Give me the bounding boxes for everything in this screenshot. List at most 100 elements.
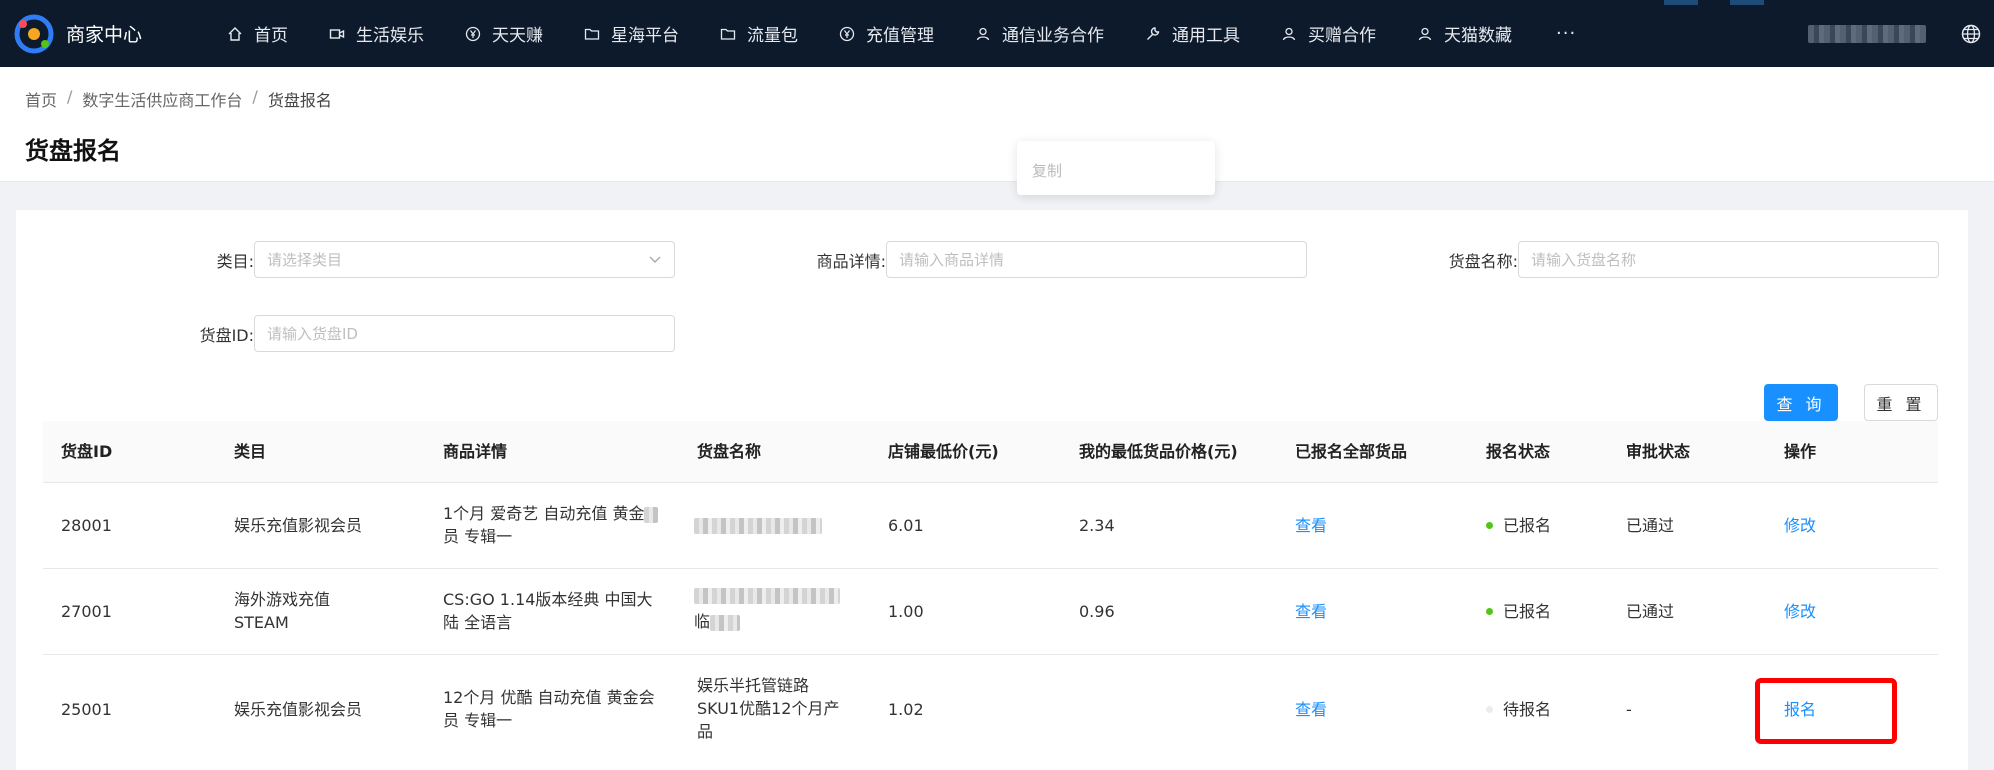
col-shop-min-price: 店铺最低价(元): [888, 442, 999, 461]
nav-item-telecom[interactable]: 通信业务合作: [974, 0, 1104, 67]
pallet-id-input[interactable]: 请输入货盘ID: [254, 315, 675, 352]
status-text: 已报名: [1503, 602, 1552, 621]
detail-line: 陆 全语言: [443, 613, 513, 632]
globe-icon[interactable]: [1960, 23, 1982, 45]
pallet-id-placeholder: 请输入货盘ID: [267, 325, 358, 343]
cell-shop-min-price: 1.00: [888, 602, 924, 621]
cell-category: 娱乐充值影视会员: [234, 700, 363, 719]
nav-item-life-entertainment[interactable]: 生活娱乐: [328, 0, 424, 67]
cell-shop-min-price: 6.01: [888, 516, 924, 535]
status-text: 已报名: [1503, 516, 1552, 535]
home-icon: [226, 25, 244, 43]
edit-link[interactable]: 修改: [1784, 600, 1816, 623]
table-row: 28001 娱乐充值影视会员 1个月 爱奇艺 自动充值 黄金 员 专辑一 6.0…: [43, 483, 1938, 569]
cell-category: 娱乐充值影视会员: [234, 516, 363, 535]
redacted-text: [694, 588, 840, 604]
detail-line: 员 专辑一: [443, 711, 513, 730]
page-header: 首页 / 数字生活供应商工作台 / 货盘报名 货盘报名: [0, 67, 1994, 182]
pallet-table: 货盘ID 类目 商品详情 货盘名称 店铺最低价(元) 我的最低货品价格(元) 已…: [43, 421, 1938, 765]
edit-link[interactable]: 修改: [1784, 514, 1816, 537]
highlight-box: [1755, 678, 1897, 744]
category-label: 类目:: [216, 251, 254, 271]
nav-item-label: 天天赚: [492, 26, 543, 46]
category-placeholder: 请选择类目: [267, 251, 343, 269]
breadcrumb-separator: /: [252, 87, 258, 106]
status-dot: [1486, 706, 1493, 713]
folder-icon: [719, 25, 737, 43]
col-actions: 操作: [1784, 442, 1817, 461]
cell-registration-status: 已报名: [1486, 514, 1551, 537]
nav-item-label: 天猫数藏: [1444, 26, 1512, 46]
cell-my-min-price: 2.34: [1079, 516, 1115, 535]
nav-item-tmall-collection[interactable]: 天猫数藏: [1416, 0, 1512, 67]
category-line: 海外游戏充值: [234, 590, 331, 609]
cell-approval-status: 已通过: [1626, 516, 1675, 535]
name-line: SKU1优酷12个月产: [697, 699, 840, 718]
view-link[interactable]: 查看: [1295, 600, 1327, 623]
col-approval-status: 审批状态: [1626, 442, 1691, 461]
nav-item-label: 星海平台: [611, 26, 679, 46]
status-text: 待报名: [1503, 700, 1552, 719]
nav-item-label: 生活娱乐: [356, 26, 424, 46]
reset-button[interactable]: 重 置: [1864, 384, 1938, 421]
filter-product-detail: 商品详情: 请输入商品详情: [796, 241, 1307, 278]
user-icon: [1416, 25, 1434, 43]
cell-my-min-price: 0.96: [1079, 602, 1115, 621]
view-link[interactable]: 查看: [1295, 698, 1327, 721]
name-line: 临: [694, 612, 711, 631]
status-dot: [1486, 522, 1493, 529]
cell-registration-status: 待报名: [1486, 698, 1551, 721]
cell-category: 海外游戏充值 STEAM: [234, 588, 330, 634]
product-detail-input[interactable]: 请输入商品详情: [886, 241, 1307, 278]
filter-category: 类目: 请选择类目: [166, 241, 675, 278]
nav-item-buy-gift[interactable]: 买赠合作: [1280, 0, 1376, 67]
pallet-name-label: 货盘名称:: [1448, 251, 1518, 271]
breadcrumb-current: 货盘报名: [267, 91, 332, 110]
col-pallet-name: 货盘名称: [697, 442, 762, 461]
nav-item-label: 充值管理: [866, 26, 934, 46]
cell-product-detail: 12个月 优酷 自动充值 黄金会 员 专辑一: [443, 686, 655, 732]
detail-line: 12个月 优酷 自动充值 黄金会: [443, 688, 655, 707]
query-button[interactable]: 查 询: [1764, 384, 1838, 421]
view-link[interactable]: 查看: [1295, 514, 1327, 537]
filter-pallet-name: 货盘名称: 请输入货盘名称: [1426, 241, 1939, 278]
nav-item-tools[interactable]: 通用工具: [1144, 0, 1240, 67]
category-select[interactable]: 请选择类目: [254, 241, 675, 278]
cell-product-detail: CS:GO 1.14版本经典 中国大 陆 全语言: [443, 588, 653, 634]
video-icon: [328, 25, 346, 43]
breadcrumb-home[interactable]: 首页: [25, 87, 57, 111]
cell-pallet-id: 27001: [61, 602, 112, 621]
yen-icon: [464, 25, 482, 43]
user-account[interactable]: [1808, 24, 1926, 43]
chevron-down-icon: [648, 252, 662, 266]
redacted-text: [710, 614, 741, 631]
cell-shop-min-price: 1.02: [888, 700, 924, 719]
cell-pallet-name: 临: [694, 588, 840, 633]
breadcrumb-workbench[interactable]: 数字生活供应商工作台: [82, 87, 242, 111]
product-detail-placeholder: 请输入商品详情: [899, 251, 1005, 269]
breadcrumb: 首页 / 数字生活供应商工作台 / 货盘报名: [25, 87, 332, 111]
brand[interactable]: 商家中心: [0, 14, 212, 54]
nav-more-button[interactable]: ···: [1556, 23, 1576, 44]
yen-icon: [838, 25, 856, 43]
nav-item-daily-earn[interactable]: 天天赚: [464, 0, 543, 67]
nav-item-data-package[interactable]: 流量包: [719, 0, 798, 67]
nav-item-recharge[interactable]: 充值管理: [838, 0, 934, 67]
copy-menu-item[interactable]: 复制: [1032, 162, 1062, 180]
table-row: 25001 娱乐充值影视会员 12个月 优酷 自动充值 黄金会 员 专辑一 娱乐…: [43, 655, 1938, 765]
folder-icon: [583, 25, 601, 43]
table-row: 27001 海外游戏充值 STEAM CS:GO 1.14版本经典 中国大 陆 …: [43, 569, 1938, 655]
nav-item-home[interactable]: 首页: [226, 0, 288, 67]
redacted-text: [644, 506, 659, 523]
col-category: 类目: [234, 442, 267, 461]
cell-pallet-id: 25001: [61, 700, 112, 719]
page-title: 货盘报名: [25, 137, 121, 165]
top-indicator: [1730, 0, 1764, 5]
cell-approval-status: 已通过: [1626, 602, 1675, 621]
cell-product-detail: 1个月 爱奇艺 自动充值 黄金 员 专辑一: [443, 502, 659, 548]
top-navbar: 商家中心 首页 生活娱乐 天天赚 星海平台 流量包 充值管理 通信业务合作 通用…: [0, 0, 1994, 67]
detail-line: CS:GO 1.14版本经典 中国大: [443, 590, 653, 609]
pallet-name-input[interactable]: 请输入货盘名称: [1518, 241, 1939, 278]
filter-pallet-id: 货盘ID: 请输入货盘ID: [166, 315, 675, 352]
nav-item-xinghai[interactable]: 星海平台: [583, 0, 679, 67]
